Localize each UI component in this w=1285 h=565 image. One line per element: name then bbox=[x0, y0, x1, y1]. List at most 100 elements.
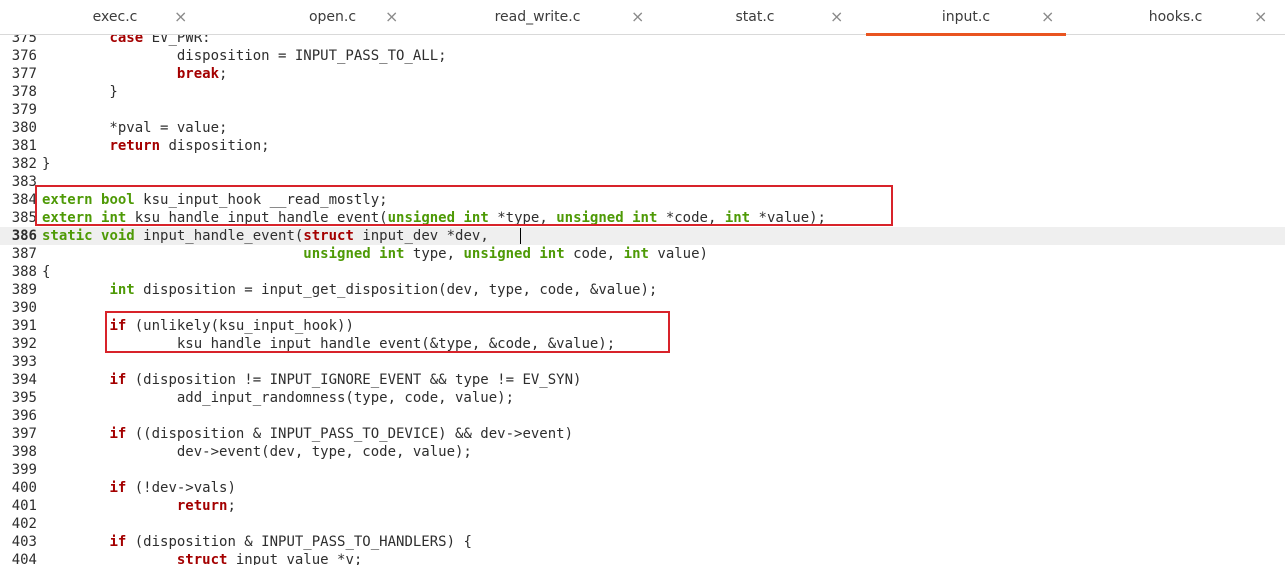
code-text: if (!dev->vals) bbox=[42, 479, 235, 497]
line-number: 381 bbox=[11, 138, 37, 154]
code-line[interactable]: 396 bbox=[0, 407, 1285, 425]
code-line[interactable]: 404 struct input_value *v; bbox=[0, 551, 1285, 565]
code-token: dev->event(dev, type, code, value); bbox=[42, 444, 472, 460]
tab-input-c[interactable]: input.c × bbox=[866, 0, 1066, 36]
code-editor[interactable]: 404 struct input_value *v; 403 if (dispos… bbox=[0, 35, 1285, 565]
code-line[interactable]: 394 if (disposition != INPUT_IGNORE_EVEN… bbox=[0, 371, 1285, 389]
code-text: struct input_value *v; bbox=[42, 551, 362, 565]
code-text: { bbox=[42, 263, 50, 281]
code-line[interactable]: 397 if ((disposition & INPUT_PASS_TO_DEV… bbox=[0, 425, 1285, 443]
code-token: ((disposition & INPUT_PASS_TO_DEVICE) &&… bbox=[126, 426, 574, 442]
line-number: 398 bbox=[11, 444, 37, 460]
code-line[interactable]: 380 *pval = value; bbox=[0, 119, 1285, 137]
line-number: 385 bbox=[11, 210, 37, 226]
code-line[interactable]: 403 if (disposition & INPUT_PASS_TO_HAND… bbox=[0, 533, 1285, 551]
keyword: unsigned bbox=[463, 246, 531, 262]
code-line[interactable]: 399 bbox=[0, 461, 1285, 479]
code-line[interactable]: 378 } bbox=[0, 83, 1285, 101]
line-number: 400 bbox=[11, 480, 37, 496]
code-text: case EV_PWR: bbox=[42, 35, 211, 47]
line-number: 387 bbox=[11, 246, 37, 262]
code-line[interactable]: 395 add_input_randomness(type, code, val… bbox=[0, 389, 1285, 407]
code-line[interactable]: 392 ksu_handle_input_handle_event(&type,… bbox=[0, 335, 1285, 353]
code-token: *pval = value; bbox=[42, 120, 228, 136]
keyword: int bbox=[724, 210, 751, 226]
line-number: 376 bbox=[11, 48, 37, 64]
line-number: 394 bbox=[11, 372, 37, 388]
close-icon[interactable]: × bbox=[830, 7, 843, 26]
code-line[interactable]: 379 bbox=[0, 101, 1285, 119]
keyword: if bbox=[109, 318, 127, 334]
tab-label: exec.c bbox=[92, 9, 138, 25]
keyword: int bbox=[539, 246, 565, 262]
close-icon[interactable]: × bbox=[174, 7, 187, 26]
code-text: return; bbox=[42, 497, 236, 515]
code-line[interactable]: 384 extern bool ksu_input_hook __read_mos… bbox=[0, 191, 1285, 209]
code-token: input_handle_event( bbox=[134, 228, 304, 244]
close-icon[interactable]: × bbox=[1041, 7, 1054, 26]
tab-label: read_write.c bbox=[494, 9, 581, 25]
close-icon[interactable]: × bbox=[1254, 7, 1267, 26]
code-token: EV_PWR: bbox=[143, 35, 211, 46]
keyword: unsigned bbox=[387, 210, 456, 226]
code-text: if ((disposition & INPUT_PASS_TO_DEVICE)… bbox=[42, 425, 573, 443]
code-token: input_value *v; bbox=[227, 552, 363, 565]
code-text: extern int ksu_handle_input_handle_event… bbox=[42, 209, 826, 227]
keyword: int bbox=[463, 210, 489, 226]
code-line[interactable]: 401 return; bbox=[0, 497, 1285, 515]
code-line[interactable]: 390 bbox=[0, 299, 1285, 317]
keyword: unsigned bbox=[556, 210, 624, 226]
line-number: 390 bbox=[11, 300, 37, 316]
tab-label: hooks.c bbox=[1148, 9, 1203, 25]
tab-bar: exec.c × open.c × read_write.c × stat.c × input.… bbox=[0, 0, 1285, 36]
tab-read-write-c[interactable]: read_write.c × bbox=[435, 0, 645, 35]
line-number: 386 bbox=[11, 228, 37, 244]
tab-exec-c[interactable]: exec.c × bbox=[0, 0, 230, 35]
tab-stat-c[interactable]: stat.c × bbox=[640, 0, 870, 35]
line-number: 392 bbox=[11, 336, 37, 352]
keyword: int bbox=[101, 210, 127, 226]
keyword: if bbox=[109, 372, 127, 388]
code-token: (disposition != INPUT_IGNORE_EVENT && ty… bbox=[126, 372, 582, 388]
code-line[interactable]: 381 return disposition; bbox=[0, 137, 1285, 155]
code-token: ; bbox=[227, 498, 236, 514]
code-line[interactable]: 385 extern int ksu_handle_input_handle_ev… bbox=[0, 209, 1285, 227]
code-line[interactable]: 387 unsigned int type, unsigned int code… bbox=[0, 245, 1285, 263]
code-line[interactable]: 382} bbox=[0, 155, 1285, 173]
keyword: int bbox=[109, 282, 135, 298]
code-line[interactable]: 398 dev->event(dev, type, code, value); bbox=[0, 443, 1285, 461]
code-text: if (disposition & INPUT_PASS_TO_HANDLERS… bbox=[42, 533, 471, 551]
code-token: value) bbox=[648, 246, 708, 262]
close-icon[interactable]: × bbox=[385, 7, 398, 26]
code-line[interactable]: 393 bbox=[0, 353, 1285, 371]
code-line[interactable]: 389 int disposition = input_get_disposit… bbox=[0, 281, 1285, 299]
line-number: 388 bbox=[11, 264, 37, 280]
code-line[interactable]: 375 case EV_PWR: bbox=[0, 35, 1285, 47]
code-line[interactable]: 377 break; bbox=[0, 65, 1285, 83]
line-number: 391 bbox=[11, 318, 37, 334]
code-line[interactable]: 386 static void input_handle_event(struct… bbox=[0, 227, 1285, 245]
line-number: 389 bbox=[11, 282, 37, 298]
code-text: unsigned int type, unsigned int code, in… bbox=[42, 245, 708, 263]
code-line[interactable]: 388 { bbox=[0, 263, 1285, 281]
code-line[interactable]: 383 bbox=[0, 173, 1285, 191]
code-token: *type, bbox=[488, 210, 557, 226]
tab-open-c[interactable]: open.c × bbox=[230, 0, 435, 35]
code-token: } bbox=[42, 84, 118, 100]
code-text: break; bbox=[42, 65, 228, 83]
code-text: *pval = value; bbox=[42, 119, 227, 137]
code-text: dev->event(dev, type, code, value); bbox=[42, 443, 472, 461]
tab-hooks-c[interactable]: hooks.c × bbox=[1066, 0, 1285, 35]
code-line[interactable]: 400 if (!dev->vals) bbox=[0, 479, 1285, 497]
code-line[interactable]: 402 bbox=[0, 515, 1285, 533]
line-number: 377 bbox=[11, 66, 37, 82]
code-line[interactable]: 391 if (unlikely(ksu_input_hook)) bbox=[0, 317, 1285, 335]
code-text: if (unlikely(ksu_input_hook)) bbox=[42, 317, 353, 335]
line-number: 375 bbox=[11, 35, 37, 46]
code-line[interactable]: 376 disposition = INPUT_PASS_TO_ALL; bbox=[0, 47, 1285, 65]
